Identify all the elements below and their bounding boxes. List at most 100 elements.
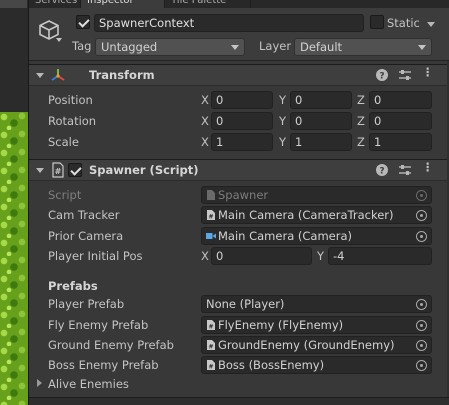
rotation-x-field[interactable]: 0 — [211, 112, 273, 130]
tag-value: Untagged — [101, 40, 158, 54]
player-initial-pos-x-field[interactable]: 0 — [211, 247, 312, 265]
static-checkbox[interactable] — [370, 15, 384, 29]
static-dropdown-arrow-icon[interactable] — [427, 22, 435, 27]
script-value: Spawner — [218, 188, 269, 202]
spawner-title: Spawner (Script) — [89, 163, 199, 177]
object-picker-icon[interactable] — [416, 320, 427, 331]
object-picker-icon[interactable] — [416, 231, 427, 242]
script-file-icon: # — [207, 360, 215, 371]
spawner-foldout-icon[interactable] — [36, 168, 44, 173]
scale-label: Scale — [48, 135, 79, 149]
spawner-enabled-checkbox[interactable] — [68, 163, 82, 177]
svg-text:?: ? — [379, 72, 384, 82]
scene-view-edge — [0, 0, 29, 405]
icon-dropdown-caret-icon[interactable] — [56, 38, 62, 42]
next-component-header — [29, 397, 449, 405]
cam-tracker-label: Cam Tracker — [48, 208, 120, 222]
csharp-script-icon: # — [52, 162, 64, 178]
axis-x-label[interactable]: X — [201, 93, 209, 107]
player-prefab-value: None (Player) — [206, 297, 285, 311]
rotation-z-field[interactable]: 0 — [369, 112, 432, 130]
object-picker-icon[interactable] — [416, 340, 427, 351]
help-icon[interactable]: ? — [375, 68, 389, 82]
move-axes-icon — [51, 69, 65, 81]
player-initial-pos-y-field[interactable]: -4 — [328, 247, 432, 265]
help-icon[interactable]: ? — [375, 163, 389, 177]
axis-x-label[interactable]: X — [201, 249, 209, 263]
static-label: Static — [387, 16, 420, 30]
ground-enemy-prefab-value: GroundEnemy (GroundEnemy) — [218, 338, 395, 352]
layer-label: Layer — [259, 39, 292, 53]
cam-tracker-field[interactable]: # Main Camera (CameraTracker) — [201, 206, 432, 224]
script-file-icon: # — [207, 210, 215, 220]
script-field: Spawner — [201, 186, 432, 204]
scale-y-field[interactable]: 1 — [290, 133, 352, 151]
object-name-field[interactable]: SpawnerContext — [94, 14, 364, 32]
rotation-label: Rotation — [48, 114, 97, 128]
position-y-field[interactable]: 0 — [290, 91, 352, 109]
fly-enemy-prefab-field[interactable]: # FlyEnemy (FlyEnemy) — [201, 316, 432, 334]
tab-tile-palette[interactable]: Tile Palette — [165, 0, 251, 8]
player-prefab-label: Player Prefab — [48, 297, 125, 311]
context-menu-icon[interactable]: ⋮ — [422, 160, 434, 174]
axis-y-label[interactable]: Y — [279, 114, 286, 128]
svg-text:#: # — [55, 167, 62, 176]
position-z-field[interactable]: 0 — [369, 91, 432, 109]
axis-y-label[interactable]: Y — [279, 135, 286, 149]
svg-text:?: ? — [379, 167, 384, 177]
preset-sliders-icon[interactable] — [398, 163, 412, 177]
transform-header[interactable]: Transform ? ⋮ — [29, 64, 449, 86]
layer-dropdown[interactable]: Default — [294, 38, 432, 56]
axis-x-label[interactable]: X — [201, 135, 209, 149]
object-picker-icon[interactable] — [416, 210, 427, 221]
axis-y-label[interactable]: Y — [317, 249, 324, 263]
object-picker-icon[interactable] — [416, 360, 427, 371]
ground-enemy-prefab-label: Ground Enemy Prefab — [48, 338, 174, 352]
svg-text:#: # — [208, 324, 213, 331]
alive-enemies-label[interactable]: Alive Enemies — [48, 377, 129, 391]
object-picker-icon — [416, 190, 427, 201]
context-menu-icon[interactable]: ⋮ — [422, 65, 434, 79]
transform-title: Transform — [89, 68, 155, 82]
fly-enemy-prefab-label: Fly Enemy Prefab — [48, 318, 149, 332]
fly-enemy-prefab-value: FlyEnemy (FlyEnemy) — [218, 318, 344, 332]
ground-enemy-prefab-field[interactable]: # GroundEnemy (GroundEnemy) — [201, 336, 432, 354]
boss-enemy-prefab-label: Boss Enemy Prefab — [48, 358, 159, 372]
svg-text:#: # — [208, 344, 213, 351]
prior-camera-field[interactable]: Main Camera (Camera) — [201, 227, 432, 245]
position-x-field[interactable]: 0 — [211, 91, 273, 109]
axis-y-label[interactable]: Y — [279, 93, 286, 107]
inspector-panel: Services Inspector Tile Palette SpawnerC… — [29, 0, 449, 405]
script-file-icon — [207, 190, 215, 200]
rotation-y-field[interactable]: 0 — [290, 112, 352, 130]
scene-dark-area — [0, 0, 29, 112]
svg-text:#: # — [208, 364, 213, 371]
tag-label: Tag — [72, 39, 92, 53]
spawner-script-header[interactable]: # Spawner (Script) ? ⋮ — [29, 159, 449, 181]
script-file-icon: # — [207, 320, 215, 331]
position-label: Position — [48, 93, 93, 107]
axis-z-label[interactable]: Z — [357, 135, 365, 149]
player-initial-pos-label: Player Initial Pos — [48, 249, 143, 263]
alive-enemies-foldout-icon[interactable] — [37, 379, 42, 387]
preset-sliders-icon[interactable] — [398, 68, 412, 82]
chevron-down-icon — [231, 45, 239, 50]
object-picker-icon[interactable] — [416, 299, 427, 310]
transform-foldout-icon[interactable] — [36, 73, 44, 78]
tab-inspector[interactable]: Inspector — [81, 0, 165, 8]
active-checkbox[interactable] — [76, 15, 90, 29]
tab-services[interactable]: Services — [29, 0, 81, 8]
tab-bar: Services Inspector Tile Palette — [29, 0, 449, 8]
player-prefab-field[interactable]: None (Player) — [201, 295, 432, 313]
scale-x-field[interactable]: 1 — [211, 133, 273, 151]
prefabs-section-header: Prefabs — [48, 279, 98, 293]
boss-enemy-prefab-field[interactable]: # Boss (BossEnemy) — [201, 356, 432, 374]
axis-x-label[interactable]: X — [201, 114, 209, 128]
axis-z-label[interactable]: Z — [357, 114, 365, 128]
scene-grass-tiles — [0, 112, 28, 405]
layer-value: Default — [300, 40, 343, 54]
scale-z-field[interactable]: 1 — [369, 133, 432, 151]
tag-dropdown[interactable]: Untagged — [95, 38, 245, 56]
axis-z-label[interactable]: Z — [357, 93, 365, 107]
gameobject-header: SpawnerContext Static Tag Untagged Layer… — [29, 8, 449, 61]
